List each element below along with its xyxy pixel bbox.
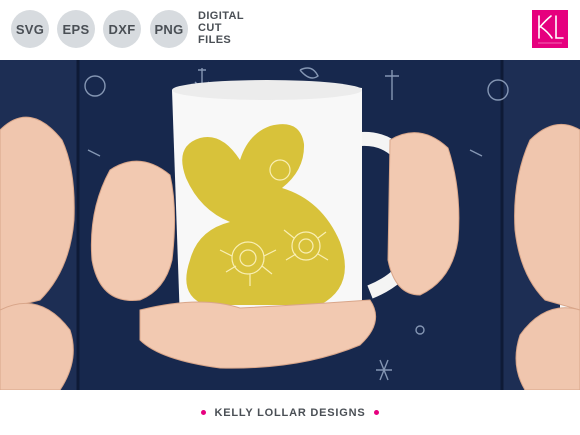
png-format-badge: PNG: [150, 10, 188, 48]
kelly-lollar-logo: [532, 10, 568, 48]
label-line-files: FILES: [198, 34, 232, 46]
digital-cut-files-label: DIGITAL CUT FILES: [198, 10, 258, 46]
dot-left-icon: [201, 410, 207, 415]
mug-scene-image: [0, 60, 580, 390]
dxf-format-badge: DXF: [103, 10, 141, 48]
eps-format-badge: EPS: [57, 10, 95, 48]
header-bar: SVG EPS DXF PNG DIGITAL CUT FILES: [0, 0, 580, 60]
kl-monogram-icon: [538, 15, 564, 44]
svg-format-badge: SVG: [11, 10, 49, 48]
footer-bar: KELLY LOLLAR DESIGNS: [0, 390, 580, 435]
product-photo: [0, 60, 580, 390]
dot-right-icon: [373, 410, 379, 415]
label-line-digital: DIGITAL: [198, 10, 244, 22]
brand-name: KELLY LOLLAR DESIGNS: [214, 406, 366, 419]
label-line-cut: CUT: [198, 22, 222, 34]
